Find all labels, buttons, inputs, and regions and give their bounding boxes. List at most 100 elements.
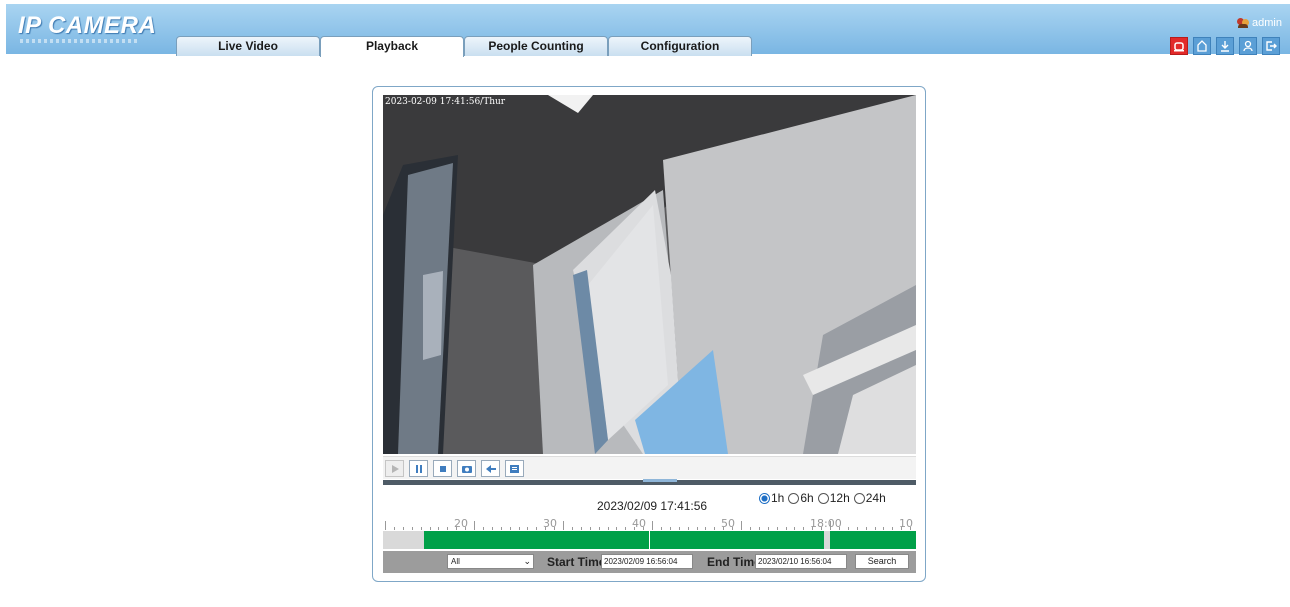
ruler-tick	[465, 527, 467, 530]
ruler-tick	[509, 527, 511, 530]
ruler-tick	[758, 527, 760, 530]
recording-timeline[interactable]	[383, 531, 916, 549]
end-time-label: End Time	[707, 555, 761, 569]
ruler-tick	[589, 527, 591, 530]
snapshot-button[interactable]	[457, 460, 476, 477]
search-button[interactable]: Search	[855, 554, 909, 569]
playback-controls	[383, 456, 916, 479]
camera-image	[383, 95, 916, 454]
ruler-tick	[865, 527, 867, 530]
time-ruler[interactable]: 20 30 40 50 18:00 10	[383, 517, 916, 530]
ruler-tick	[723, 527, 725, 530]
pause-icon	[415, 464, 422, 473]
start-time-input[interactable]: 2023/02/09 16:56:04	[601, 554, 693, 569]
ruler-tick	[741, 521, 742, 530]
ruler-tick	[892, 527, 894, 530]
ruler-tick	[776, 527, 778, 530]
ruler-tick	[411, 527, 413, 530]
chevron-down-icon: ⌄	[523, 556, 531, 566]
end-time-input[interactable]: 2023/02/10 16:56:04	[755, 554, 847, 569]
play-button[interactable]	[385, 460, 404, 477]
timeline-cursor	[649, 531, 650, 549]
ruler-tick	[571, 527, 573, 530]
ruler-tick	[438, 527, 440, 530]
clip-icon	[509, 464, 519, 473]
ruler-tick	[652, 521, 653, 530]
ruler-tick	[821, 527, 823, 530]
record-type-select[interactable]: All ⌄	[447, 554, 534, 569]
ruler-tick	[643, 527, 645, 530]
radio-6h[interactable]	[788, 492, 800, 504]
ruler-tick	[803, 527, 805, 530]
home-icon[interactable]	[1193, 37, 1211, 55]
alarm-icon[interactable]	[1170, 37, 1188, 55]
ruler-tick	[580, 527, 582, 530]
ruler-tick	[901, 527, 903, 530]
range-option-6h[interactable]: 6h	[788, 491, 814, 505]
ruler-tick	[705, 527, 707, 530]
range-option-1h[interactable]: 1h	[759, 491, 784, 505]
ruler-tick	[696, 527, 698, 530]
ruler-tick	[447, 527, 449, 530]
seek-bar[interactable]	[383, 479, 916, 485]
ruler-tick	[402, 527, 404, 530]
ruler-tick	[536, 527, 538, 530]
ruler-tick	[554, 527, 556, 530]
user-group-icon	[1237, 18, 1250, 28]
ruler-tick	[732, 527, 734, 530]
ruler-tick	[830, 521, 831, 530]
ruler-tick	[856, 527, 858, 530]
ruler-tick	[527, 527, 529, 530]
range-option-24h[interactable]: 24h	[853, 491, 886, 505]
clip-button[interactable]	[505, 460, 524, 477]
rewind-button[interactable]	[481, 460, 500, 477]
ruler-tick	[634, 527, 636, 530]
ruler-tick	[847, 527, 849, 530]
time-range-options: 1h 6h 12h 24h	[759, 491, 886, 505]
tab-live-video[interactable]: Live Video	[176, 36, 320, 56]
ruler-tick	[598, 527, 600, 530]
user-area: admin	[1237, 17, 1282, 29]
seek-handle[interactable]	[643, 479, 677, 482]
header: IP CAMERA admin Live Video Playback Peop…	[0, 0, 1290, 57]
tab-people-counting[interactable]: People Counting	[464, 36, 608, 56]
tab-playback[interactable]: Playback	[320, 36, 464, 57]
ruler-tick	[545, 527, 547, 530]
ruler-tick	[393, 527, 395, 530]
radio-1h[interactable]	[759, 492, 770, 504]
tab-configuration[interactable]: Configuration	[608, 36, 752, 56]
ruler-tick	[785, 527, 787, 530]
ruler-tick	[616, 527, 618, 530]
username: admin	[1252, 17, 1282, 29]
radio-12h[interactable]	[817, 492, 829, 504]
header-toolbar	[1170, 37, 1280, 55]
pause-button[interactable]	[409, 460, 428, 477]
ruler-tick	[491, 527, 493, 530]
range-option-12h[interactable]: 12h	[817, 491, 850, 505]
download-icon[interactable]	[1216, 37, 1234, 55]
stop-icon	[439, 465, 446, 472]
ruler-tick	[714, 527, 716, 530]
ruler-tick	[669, 527, 671, 530]
ruler-tick	[794, 527, 796, 530]
user-switch-icon[interactable]	[1239, 37, 1257, 55]
ruler-tick	[838, 527, 840, 530]
logout-icon[interactable]	[1262, 37, 1280, 55]
ruler-tick	[812, 527, 814, 530]
current-time: 2023/02/09 17:41:56	[597, 499, 708, 513]
stop-button[interactable]	[433, 460, 452, 477]
radio-24h[interactable]	[853, 492, 865, 504]
start-time-label: Start Time	[547, 555, 606, 569]
video-frame[interactable]: 2023-02-09 17:41:56/Thur	[383, 95, 916, 454]
ruler-tick	[456, 527, 458, 530]
rewind-icon	[485, 464, 496, 473]
ruler-tick	[883, 527, 885, 530]
ruler-tick	[385, 521, 386, 530]
ruler-tick	[482, 527, 484, 530]
ruler-tick	[687, 527, 689, 530]
play-icon	[391, 464, 399, 473]
playback-panel: 2023-02-09 17:41:56/Thur 2023/02/09 17:4…	[372, 86, 926, 582]
ruler-tick	[607, 527, 609, 530]
logo: IP CAMERA	[18, 12, 157, 39]
search-bar: All ⌄ Start Time 2023/02/09 16:56:04 End…	[383, 551, 916, 573]
